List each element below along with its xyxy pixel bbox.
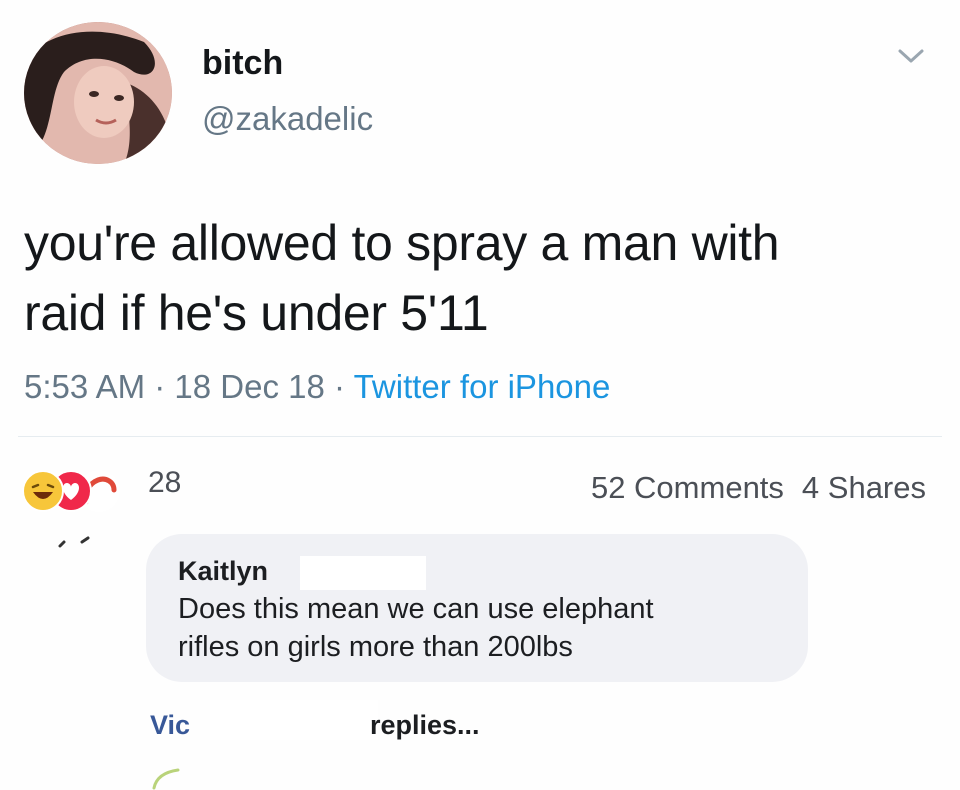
tweet-time[interactable]: 5:53 AM: [24, 368, 145, 405]
screenshot: bitch @zakadelic you're allowed to spray…: [0, 0, 960, 790]
reaction-count[interactable]: 28: [148, 466, 181, 500]
chevron-down-icon[interactable]: [896, 44, 926, 68]
user-handle[interactable]: @zakadelic: [202, 100, 373, 138]
shares-count[interactable]: 4 Shares: [802, 470, 926, 505]
censor-bar: [210, 700, 378, 740]
view-previous-link[interactable]: Vic: [150, 710, 190, 741]
tweet-text-line: you're allowed to spray a man with: [24, 215, 780, 271]
comments-count[interactable]: 52 Comments: [591, 470, 784, 505]
display-name[interactable]: bitch: [202, 44, 283, 83]
view-replies-link[interactable]: replies...: [370, 710, 480, 741]
tweet-date[interactable]: 18 Dec 18: [174, 368, 324, 405]
post-stats: 52 Comments 4 Shares: [591, 470, 926, 506]
tweet-text-line: raid if he's under 5'11: [24, 285, 489, 341]
comment-text-line: rifles on girls more than 200lbs: [178, 631, 573, 663]
reply-thread-icon: [152, 768, 180, 790]
divider: [18, 436, 942, 437]
scribble-mark: [58, 536, 90, 548]
comment-text: Does this mean we can use elephant rifle…: [178, 590, 798, 666]
avatar-photo: [24, 22, 172, 164]
meta-separator: ·: [145, 368, 175, 405]
avatar[interactable]: [24, 22, 172, 164]
tweet-metadata: 5:53 AM · 18 Dec 18 · Twitter for iPhone: [24, 368, 610, 406]
comment-text-line: Does this mean we can use elephant: [178, 593, 654, 625]
meta-separator: ·: [324, 368, 354, 405]
censor-bar: [300, 556, 426, 590]
tweet-source[interactable]: Twitter for iPhone: [354, 368, 611, 405]
commenter-name[interactable]: Kaitlyn: [178, 556, 268, 587]
tweet-text: you're allowed to spray a man with raid …: [24, 208, 944, 348]
haha-icon: [22, 470, 64, 512]
